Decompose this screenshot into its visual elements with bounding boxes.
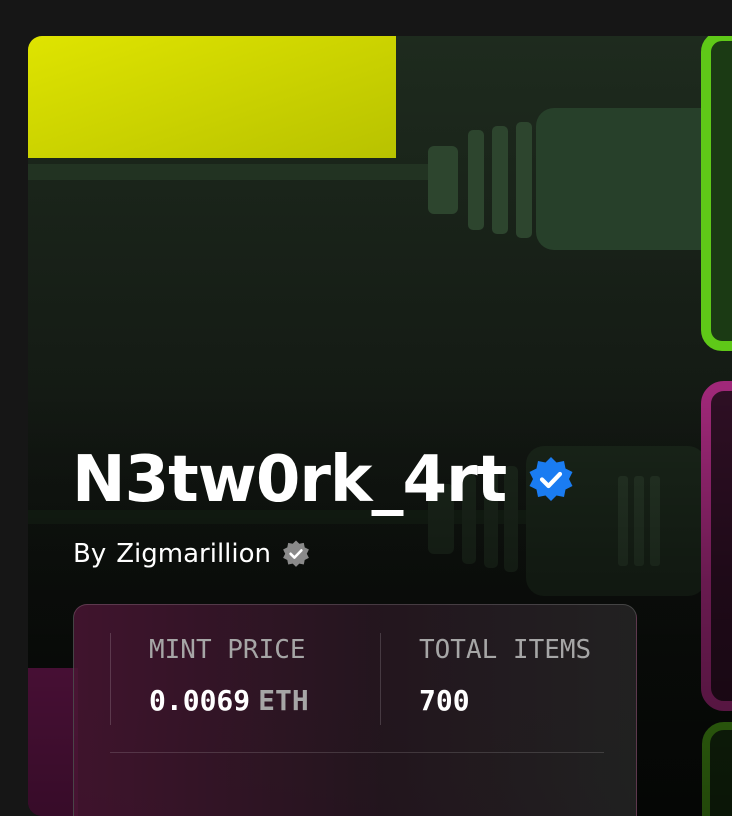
mint-stats-panel: MINT PRICE 0.0069 ETH TOTAL ITEMS 700 (73, 604, 637, 816)
stat-mint-price: MINT PRICE 0.0069 ETH (110, 633, 381, 725)
creator-verified-badge-icon (283, 540, 309, 567)
stat-value-row: 700 (419, 683, 470, 719)
collection-title: N3tw0rk_4rt (72, 443, 507, 517)
stat-total-items: TOTAL ITEMS 700 (380, 633, 641, 725)
verified-badge-icon[interactable] (526, 455, 576, 505)
stat-unit: ETH (258, 684, 309, 717)
stat-label: MINT PRICE (149, 635, 306, 665)
creator-prefix: By (73, 539, 107, 569)
collection-card: N3tw0rk_4rt By Zigmarillion MINT PRICE 0… (28, 36, 732, 816)
stat-value: 700 (419, 684, 470, 717)
panel-divider (110, 752, 604, 753)
creator-row: By Zigmarillion (73, 536, 311, 572)
stat-value-row: 0.0069 ETH (149, 683, 309, 719)
stat-label: TOTAL ITEMS (419, 635, 592, 665)
stat-value: 0.0069 (149, 684, 251, 717)
title-row: N3tw0rk_4rt (72, 440, 576, 520)
creator-name-link[interactable]: Zigmarillion (116, 536, 271, 572)
